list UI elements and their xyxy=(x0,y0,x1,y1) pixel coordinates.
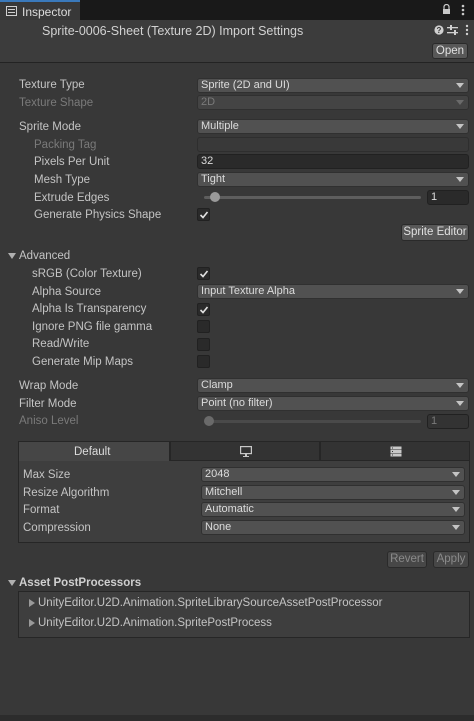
wrap-mode-dropdown[interactable]: Clamp xyxy=(197,378,469,393)
advanced-foldout-title[interactable]: Advanced xyxy=(19,250,70,262)
lock-icon[interactable] xyxy=(442,4,451,15)
generate-mip-maps-checkbox[interactable] xyxy=(197,355,210,368)
expand-arrow-icon[interactable] xyxy=(29,619,35,627)
open-button[interactable]: Open xyxy=(432,43,468,59)
alpha-is-transparency-checkbox[interactable] xyxy=(197,303,210,316)
srgb-checkbox[interactable] xyxy=(197,267,210,280)
tab-default[interactable]: Default xyxy=(18,441,170,461)
server-icon xyxy=(390,446,402,457)
monitor-icon xyxy=(240,446,252,457)
alpha-source-label: Alpha Source xyxy=(32,286,102,298)
extrude-edges-slider-handle[interactable] xyxy=(210,192,221,202)
texture-type-label: Texture Type xyxy=(19,79,85,91)
checkmark-icon xyxy=(199,270,209,278)
generate-mip-maps-label: Generate Mip Maps xyxy=(32,356,133,368)
header-kebab-menu-icon[interactable] xyxy=(465,24,469,36)
compression-dropdown[interactable]: None xyxy=(201,520,465,535)
generate-physics-shape-checkbox[interactable] xyxy=(197,208,210,221)
checkmark-icon xyxy=(199,306,209,314)
filter-mode-label: Filter Mode xyxy=(19,398,77,410)
alpha-is-transparency-label: Alpha Is Transparency xyxy=(32,303,147,315)
srgb-label: sRGB (Color Texture) xyxy=(32,268,142,280)
postprocessors-foldout-arrow-icon[interactable] xyxy=(8,580,16,586)
ignore-png-gamma-label: Ignore PNG file gamma xyxy=(32,321,153,333)
apply-button[interactable]: Apply xyxy=(433,551,469,568)
alpha-source-dropdown[interactable]: Input Texture Alpha xyxy=(197,284,469,299)
help-icon[interactable]: ? xyxy=(434,25,444,35)
mesh-type-dropdown[interactable]: Tight xyxy=(197,172,469,187)
max-size-label: Max Size xyxy=(23,469,71,481)
svg-text:?: ? xyxy=(437,26,442,35)
mesh-type-label: Mesh Type xyxy=(34,174,91,186)
read-write-label: Read/Write xyxy=(32,338,90,350)
tab-title: Inspector xyxy=(22,5,72,19)
filter-mode-dropdown[interactable]: Point (no filter) xyxy=(197,396,469,411)
resize-algorithm-label: Resize Algorithm xyxy=(23,487,110,499)
read-write-checkbox[interactable] xyxy=(197,338,210,351)
texture-type-dropdown[interactable]: Sprite (2D and UI) xyxy=(197,78,469,93)
extrude-edges-label: Extrude Edges xyxy=(34,192,110,204)
advanced-foldout-arrow-icon[interactable] xyxy=(8,253,16,259)
sprite-mode-label: Sprite Mode xyxy=(19,121,82,133)
aniso-level-field: 1 xyxy=(427,414,469,429)
sprite-mode-dropdown[interactable]: Multiple xyxy=(197,119,469,134)
kebab-menu-icon[interactable] xyxy=(461,4,465,16)
page-title: Sprite-0006-Sheet (Texture 2D) Import Se… xyxy=(42,24,304,38)
tab-default-label: Default xyxy=(74,446,111,458)
max-size-dropdown[interactable]: 2048 xyxy=(201,467,465,482)
extrude-edges-field[interactable]: 1 xyxy=(427,190,469,205)
format-dropdown[interactable]: Automatic xyxy=(201,502,465,517)
postprocessors-title[interactable]: Asset PostProcessors xyxy=(19,577,141,589)
window-bottom-edge xyxy=(0,715,474,721)
postprocessor-item[interactable]: UnityEditor.U2D.Animation.SpritePostProc… xyxy=(38,617,272,629)
generate-physics-shape-label: Generate Physics Shape xyxy=(34,209,162,221)
pixels-per-unit-label: Pixels Per Unit xyxy=(34,156,110,168)
expand-arrow-icon[interactable] xyxy=(29,599,35,607)
aniso-level-slider-track xyxy=(204,420,421,423)
extrude-edges-slider-track[interactable] xyxy=(204,196,421,199)
pixels-per-unit-field[interactable]: 32 xyxy=(197,154,469,169)
postprocessor-item[interactable]: UnityEditor.U2D.Animation.SpriteLibraryS… xyxy=(38,597,383,609)
resize-algorithm-dropdown[interactable]: Mitchell xyxy=(201,485,465,500)
inspector-icon xyxy=(6,6,17,16)
revert-button[interactable]: Revert xyxy=(387,551,427,568)
format-label: Format xyxy=(23,504,60,516)
checkmark-icon xyxy=(199,211,209,219)
aniso-level-slider-handle xyxy=(204,416,214,426)
packing-tag-label: Packing Tag xyxy=(34,139,97,151)
compression-label: Compression xyxy=(23,522,91,534)
sprite-editor-button[interactable]: Sprite Editor xyxy=(401,224,469,241)
wrap-mode-label: Wrap Mode xyxy=(19,380,79,392)
texture-shape-label: Texture Shape xyxy=(19,97,94,109)
tab-server[interactable] xyxy=(320,441,470,461)
texture-shape-dropdown: 2D xyxy=(197,95,469,110)
preset-icon[interactable] xyxy=(447,25,458,35)
tab-inspector[interactable]: Inspector xyxy=(0,0,80,20)
tab-standalone[interactable] xyxy=(170,441,320,461)
ignore-png-gamma-checkbox[interactable] xyxy=(197,320,210,333)
packing-tag-field xyxy=(197,137,469,152)
aniso-level-label: Aniso Level xyxy=(19,415,79,427)
